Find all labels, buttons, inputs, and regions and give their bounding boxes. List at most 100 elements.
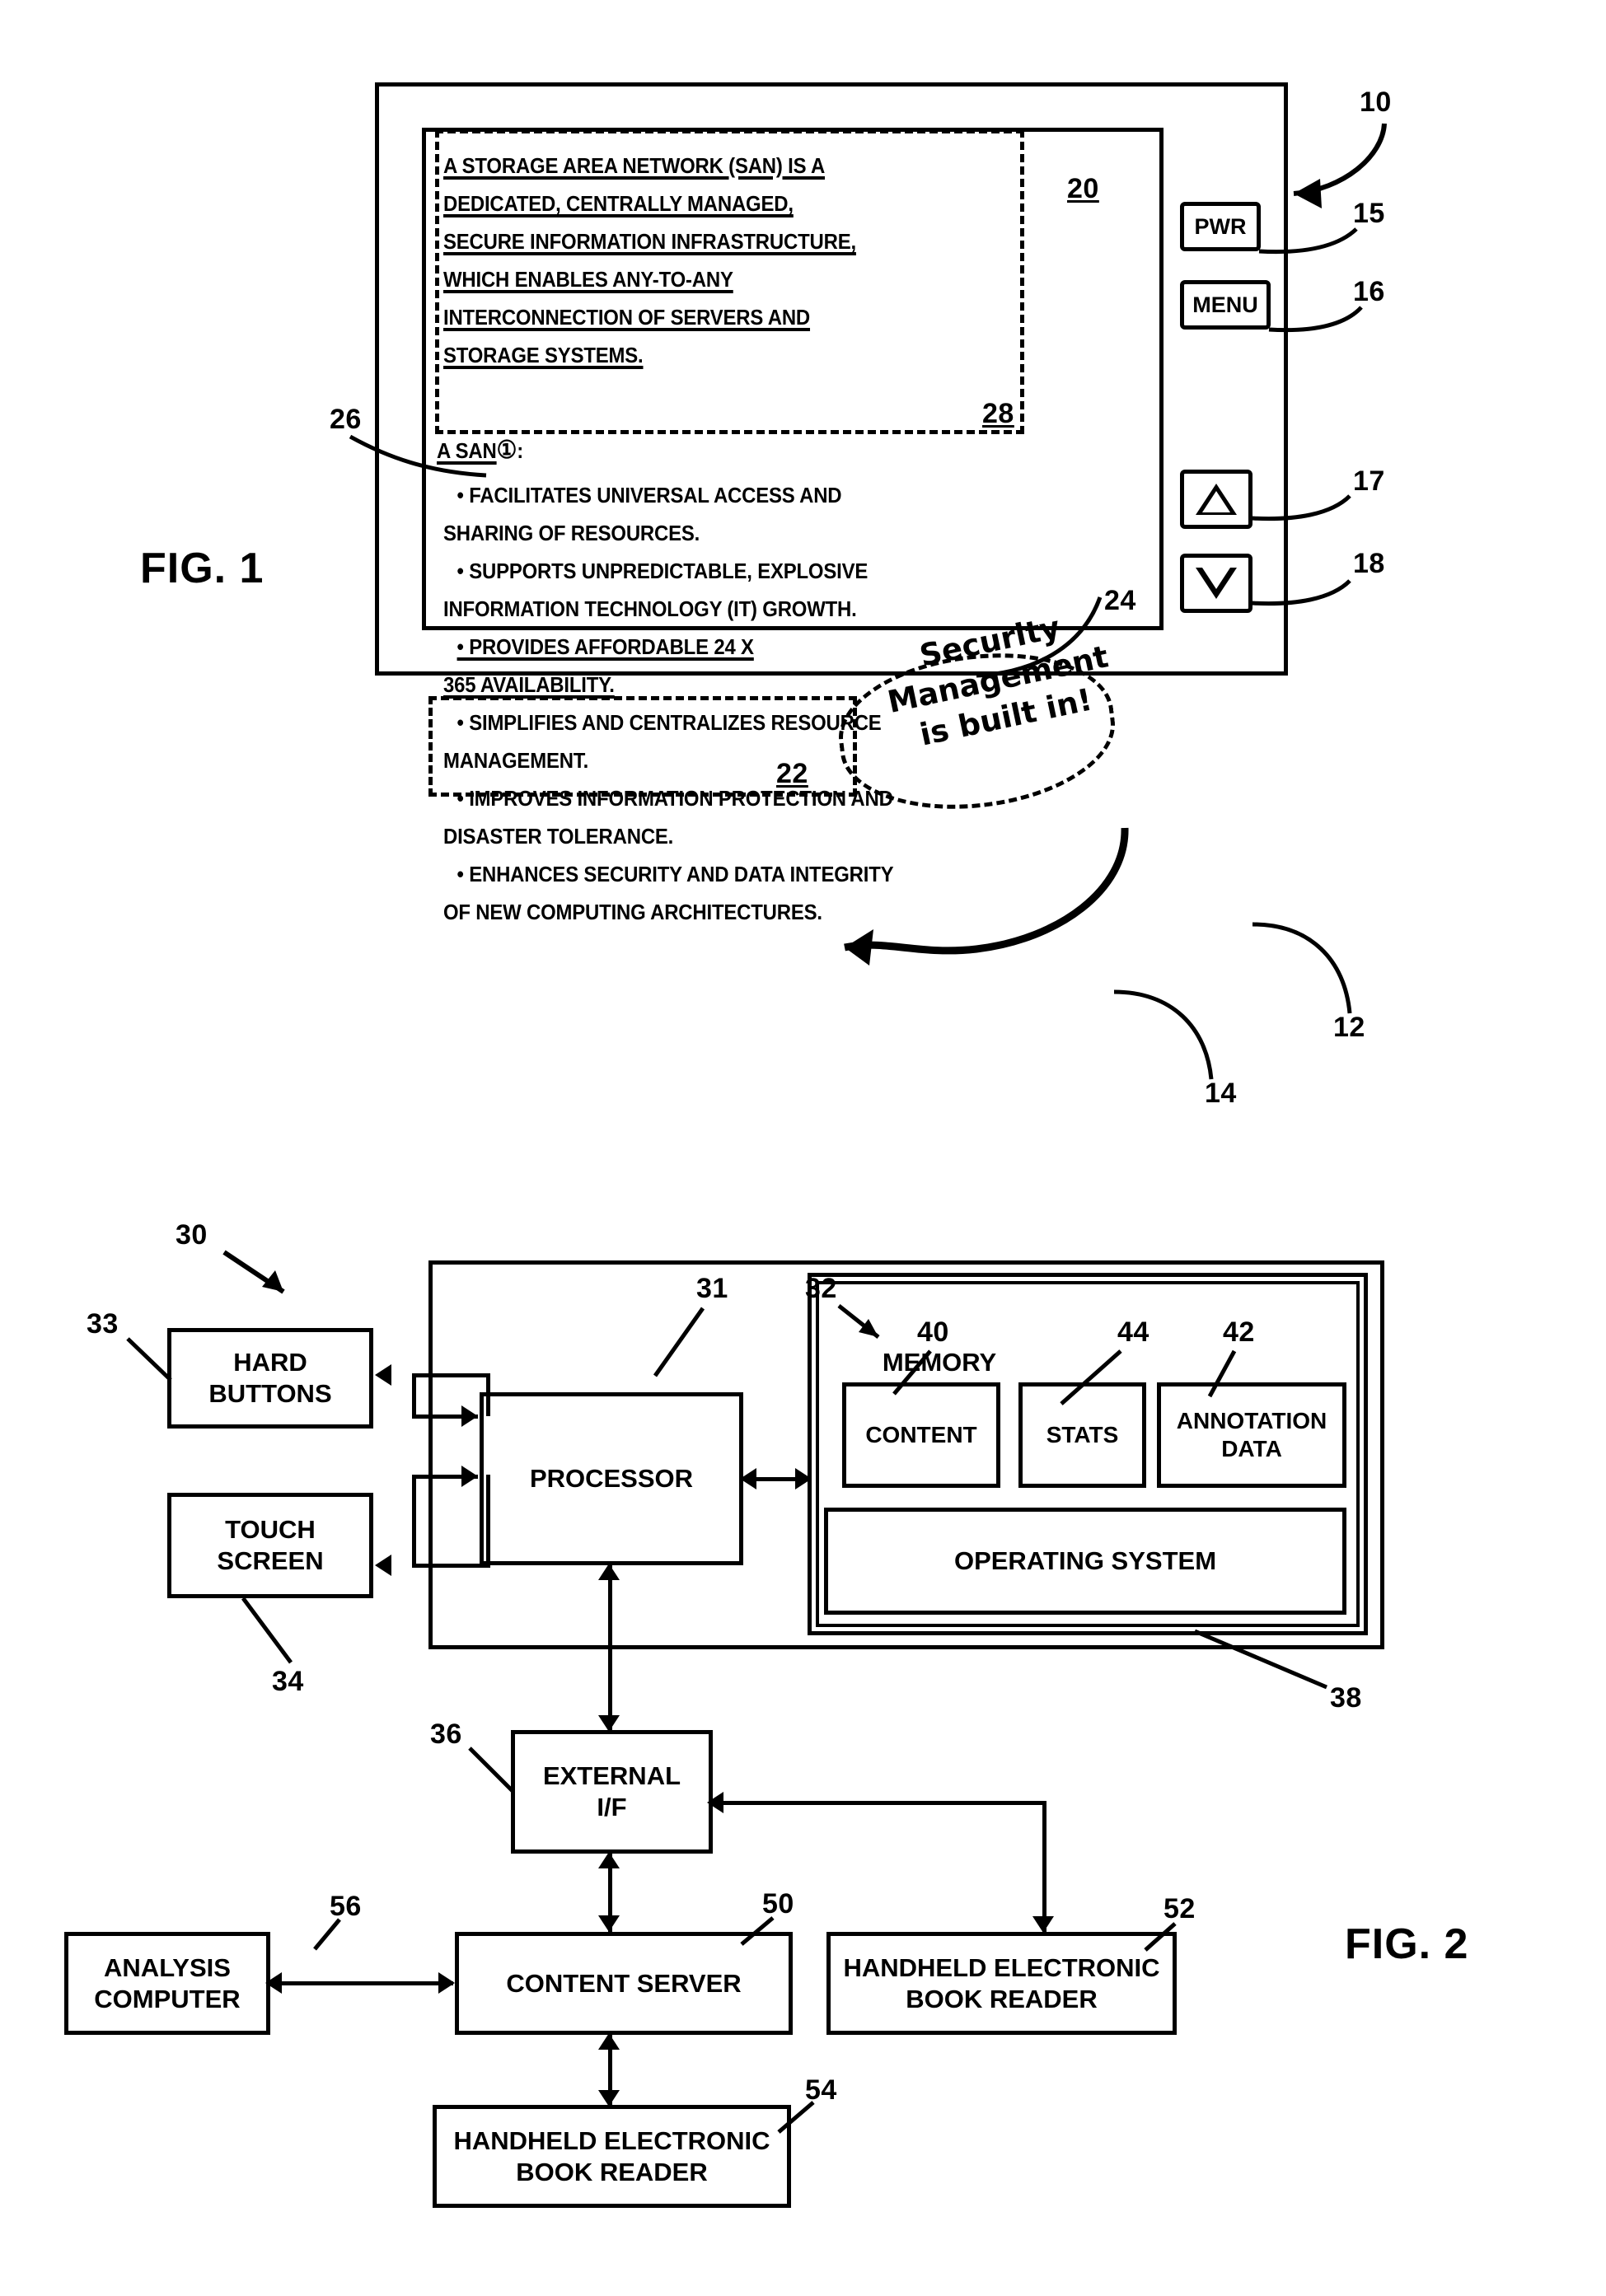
leader-42 (1207, 1349, 1237, 1398)
leader-24 (976, 596, 1103, 678)
ref-10: 10 (1360, 87, 1392, 118)
analysis-computer-label-2: COMPUTER (94, 1984, 241, 2013)
leader-38 (1194, 1629, 1327, 1690)
ref-22: 22 (776, 758, 808, 789)
wire-down-to-handheld52 (1042, 1801, 1046, 1933)
leader-44 (1060, 1349, 1122, 1405)
hard-buttons-label-2: BUTTONS (208, 1379, 332, 1408)
leader-14 (1113, 989, 1214, 1080)
arrowhead-touchscreen (375, 1555, 391, 1576)
ref-42: 42 (1223, 1316, 1255, 1348)
processor-block: PROCESSOR (480, 1392, 743, 1565)
annotation-data-block: ANNOTATION DATA (1157, 1382, 1346, 1488)
bullet-line: SHARING OF RESOURCES. (443, 521, 700, 545)
leader-32 (837, 1304, 880, 1339)
pwr-button[interactable]: PWR (1180, 202, 1261, 251)
leader-54 (777, 2101, 815, 2134)
annotation-marker-icon[interactable]: ① (497, 437, 517, 464)
leader-15 (1258, 227, 1358, 255)
hard-buttons-label-1: HARD (233, 1348, 307, 1377)
arrowhead-proc-mem-l (740, 1468, 756, 1489)
arrowhead-cs-up (598, 2033, 620, 2050)
wire-return-to-external (713, 1801, 1046, 1805)
triangle-up-icon (1196, 484, 1237, 515)
scroll-down-button[interactable] (1180, 554, 1252, 613)
handheld-reader-52-block: HANDHELD ELECTRONIC BOOK READER (826, 1932, 1177, 2035)
triangle-down-icon (1196, 568, 1237, 599)
arrowhead-ext-down (598, 1915, 620, 1932)
ref-16: 16 (1353, 276, 1385, 307)
content-label: CONTENT (865, 1422, 977, 1447)
arrowhead-proc-up (598, 1564, 620, 1580)
handheld-52-label-2: BOOK READER (906, 1984, 1098, 2013)
leader-52 (1144, 1922, 1177, 1952)
leader-34 (241, 1597, 293, 1664)
menu-button[interactable]: MENU (1180, 280, 1271, 330)
arrowhead-external-left (707, 1792, 723, 1813)
operating-system-label: OPERATING SYSTEM (953, 1546, 1217, 1575)
handwritten-pointer-arrow (844, 827, 1129, 966)
wire-processor-external (608, 1565, 612, 1730)
wire-touch-in-v (486, 1475, 490, 1567)
analysis-computer-block: ANALYSIS COMPUTER (64, 1932, 270, 2035)
wire-touch-in (412, 1564, 490, 1568)
arrowhead-handheld52 (1032, 1916, 1054, 1933)
wire-left-bus-1 (412, 1373, 416, 1416)
handheld-54-label-1: HANDHELD ELECTRONIC (453, 2125, 770, 2155)
figure-1-label: FIG. 1 (140, 545, 265, 592)
arrowhead-analysis-r (438, 1972, 455, 1994)
arrowhead-processor-in-1 (461, 1405, 478, 1427)
ref-34: 34 (272, 1666, 304, 1697)
ref-18: 18 (1353, 548, 1385, 579)
arrowhead-processor-in-2 (461, 1466, 478, 1487)
stats-label: STATS (1046, 1422, 1119, 1447)
scroll-up-button[interactable] (1180, 470, 1252, 529)
handheld-54-label-2: BOOK READER (516, 2157, 708, 2186)
memory-label: MEMORY (836, 1346, 1042, 1379)
handheld-52-label-1: HANDHELD ELECTRONIC (843, 1952, 1160, 1982)
hard-buttons-block: HARD BUTTONS (167, 1328, 373, 1429)
leader-12 (1252, 922, 1352, 1014)
leader-50 (740, 1916, 775, 1946)
leader-16 (1268, 306, 1363, 333)
arrowhead-cs-down (598, 2090, 620, 2107)
wire-analysis-contentserver (272, 1981, 453, 1985)
menu-button-label: MENU (1192, 292, 1258, 317)
ref-31: 31 (696, 1273, 728, 1304)
ref-44: 44 (1117, 1316, 1149, 1348)
operating-system-block: OPERATING SYSTEM (824, 1508, 1346, 1615)
external-if-label-2: I/F (597, 1793, 627, 1821)
lead-in-colon: : (517, 438, 523, 463)
analysis-computer-label-1: ANALYSIS (104, 1952, 231, 1982)
ref-15: 15 (1353, 198, 1385, 229)
ref-20: 20 (1067, 173, 1099, 204)
annotated-region-28[interactable] (435, 129, 1024, 434)
leader-40 (892, 1349, 932, 1396)
wire-left-bus-2 (412, 1475, 416, 1565)
pwr-button-label: PWR (1194, 213, 1247, 239)
bullet-line: • SUPPORTS UNPREDICTABLE, EXPLOSIVE (457, 559, 869, 583)
ref-50: 50 (762, 1888, 794, 1920)
arrowhead-proc-mem-r (795, 1468, 812, 1489)
annotation-data-label-1: ANNOTATION (1176, 1408, 1327, 1433)
ref-52: 52 (1164, 1893, 1196, 1924)
handheld-reader-54-block: HANDHELD ELECTRONIC BOOK READER (433, 2105, 791, 2208)
ref-56: 56 (330, 1891, 362, 1922)
ref-28: 28 (982, 398, 1014, 429)
leader-30 (222, 1250, 285, 1294)
leader-36 (468, 1747, 514, 1793)
arrowhead-analysis-l (265, 1972, 282, 1994)
arrowhead-hardbuttons (375, 1364, 391, 1386)
arrowhead-external-down (598, 1715, 620, 1732)
touch-screen-label-1: TOUCH (225, 1515, 316, 1544)
bullet-line: INFORMATION TECHNOLOGY (IT) GROWTH. (443, 596, 857, 621)
processor-label: PROCESSOR (529, 1464, 694, 1493)
ref-30: 30 (176, 1219, 208, 1251)
ref-32: 32 (805, 1273, 837, 1304)
content-server-label: CONTENT SERVER (506, 1968, 742, 1998)
ref-33: 33 (87, 1308, 119, 1340)
ref-26: 26 (330, 404, 362, 435)
annotation-data-label-2: DATA (1221, 1436, 1282, 1461)
touch-screen-block: TOUCH SCREEN (167, 1493, 373, 1598)
touch-screen-label-2: SCREEN (217, 1546, 324, 1575)
